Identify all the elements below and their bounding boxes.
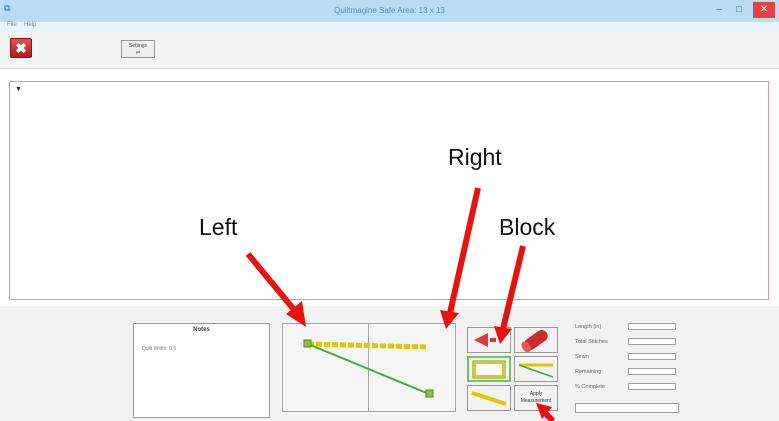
annotation-right: Right [448, 144, 502, 170]
left-arrow [245, 252, 299, 314]
right-arrow [447, 187, 481, 314]
block-arrow [500, 245, 526, 330]
block-arrow-head [494, 326, 512, 344]
annotation-arrows [245, 187, 556, 421]
annotation-block: Block [499, 214, 556, 240]
right-arrow-head [440, 310, 459, 329]
annotation-left: Left [199, 214, 238, 240]
